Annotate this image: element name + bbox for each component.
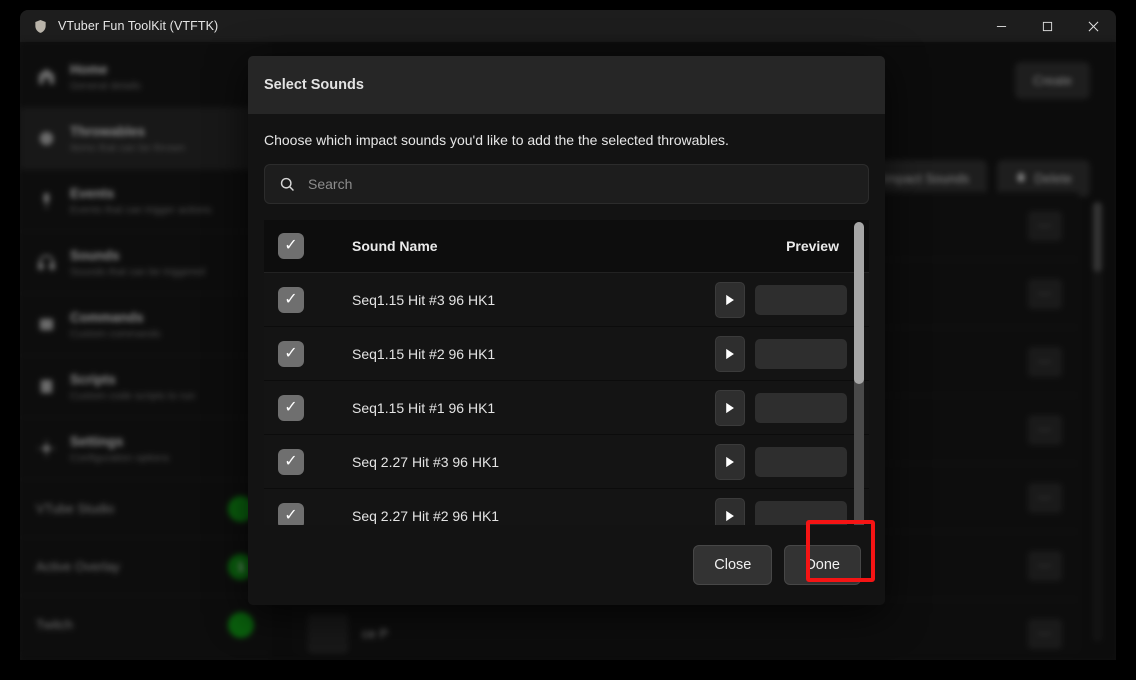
- search-input[interactable]: [308, 176, 854, 192]
- play-icon[interactable]: [715, 497, 745, 525]
- row-checkbox-cell: ✓: [264, 502, 352, 525]
- play-icon[interactable]: [715, 335, 745, 372]
- preview-cell: [715, 281, 847, 318]
- preview-progress-bar[interactable]: [755, 284, 847, 315]
- row-checkbox[interactable]: ✓: [278, 286, 304, 313]
- window-title: VTuber Fun ToolKit (VTFTK): [58, 19, 219, 33]
- dialog-title: Select Sounds: [264, 77, 364, 93]
- select-sounds-dialog: Select Sounds Choose which impact sounds…: [248, 56, 885, 605]
- play-icon[interactable]: [715, 281, 745, 318]
- preview-progress-bar[interactable]: [755, 446, 847, 477]
- sound-name: Seq1.15 Hit #2 96 HK1: [352, 345, 496, 362]
- play-icon[interactable]: [715, 443, 745, 480]
- maximize-button[interactable]: [1024, 10, 1070, 42]
- row-checkbox[interactable]: ✓: [278, 340, 304, 367]
- select-all-cell: ✓: [264, 233, 352, 259]
- sound-name: Seq 2.27 Hit #3 96 HK1: [352, 453, 500, 470]
- preview-cell: [715, 335, 847, 372]
- window-controls: [978, 10, 1116, 42]
- select-all-checkbox[interactable]: ✓: [278, 233, 304, 259]
- preview-cell: [715, 389, 847, 426]
- table-row[interactable]: ✓ Seq1.15 Hit #3 96 HK1: [264, 273, 869, 327]
- table-row[interactable]: ✓ Seq 2.27 Hit #3 96 HK1: [264, 435, 869, 489]
- row-checkbox[interactable]: ✓: [278, 394, 304, 421]
- column-header-preview: Preview: [786, 238, 839, 254]
- table-row[interactable]: ✓ Seq1.15 Hit #2 96 HK1: [264, 327, 869, 381]
- preview-cell: [715, 497, 847, 525]
- sounds-table: ✓ Sound Name Preview ✓ Seq1.15 Hit #3 96…: [264, 220, 869, 525]
- row-checkbox[interactable]: ✓: [278, 448, 304, 475]
- table-rows: ✓ Seq1.15 Hit #3 96 HK1 ✓ Seq1.15 Hit #2…: [264, 273, 869, 525]
- app-shield-icon: [32, 18, 48, 34]
- sounds-list-scrollbar[interactable]: [854, 222, 864, 525]
- search-icon: [279, 176, 296, 193]
- minimize-button[interactable]: [978, 10, 1024, 42]
- close-button[interactable]: Close: [693, 545, 773, 585]
- dialog-body: Choose which impact sounds you'd like to…: [248, 114, 885, 525]
- table-row[interactable]: ✓ Seq1.15 Hit #1 96 HK1: [264, 381, 869, 435]
- titlebar: VTuber Fun ToolKit (VTFTK): [20, 10, 1116, 42]
- close-button[interactable]: [1070, 10, 1116, 42]
- sound-name: Seq1.15 Hit #1 96 HK1: [352, 399, 496, 416]
- preview-progress-bar[interactable]: [755, 500, 847, 525]
- column-header-sound-name: Sound Name: [352, 238, 438, 254]
- sounds-list-scrollbar-thumb[interactable]: [854, 222, 864, 384]
- preview-progress-bar[interactable]: [755, 392, 847, 423]
- preview-progress-bar[interactable]: [755, 338, 847, 369]
- app-window: VTuber Fun ToolKit (VTFTK) Home General …: [20, 10, 1116, 660]
- sound-name: Seq1.15 Hit #3 96 HK1: [352, 291, 496, 308]
- table-row[interactable]: ✓ Seq 2.27 Hit #2 96 HK1: [264, 489, 869, 525]
- done-button[interactable]: Done: [784, 545, 861, 585]
- row-checkbox-cell: ✓: [264, 286, 352, 313]
- dialog-description: Choose which impact sounds you'd like to…: [264, 132, 729, 148]
- search-box[interactable]: [264, 164, 869, 204]
- row-checkbox-cell: ✓: [264, 340, 352, 367]
- preview-cell: [715, 443, 847, 480]
- play-icon[interactable]: [715, 389, 745, 426]
- dialog-footer: Close Done: [248, 525, 885, 605]
- desktop: VTuber Fun ToolKit (VTFTK) Home General …: [0, 0, 1136, 680]
- row-checkbox-cell: ✓: [264, 394, 352, 421]
- row-checkbox-cell: ✓: [264, 448, 352, 475]
- sound-name: Seq 2.27 Hit #2 96 HK1: [352, 507, 500, 524]
- dialog-header: Select Sounds: [248, 56, 885, 114]
- row-checkbox[interactable]: ✓: [278, 502, 304, 525]
- table-header-row: ✓ Sound Name Preview: [264, 220, 869, 273]
